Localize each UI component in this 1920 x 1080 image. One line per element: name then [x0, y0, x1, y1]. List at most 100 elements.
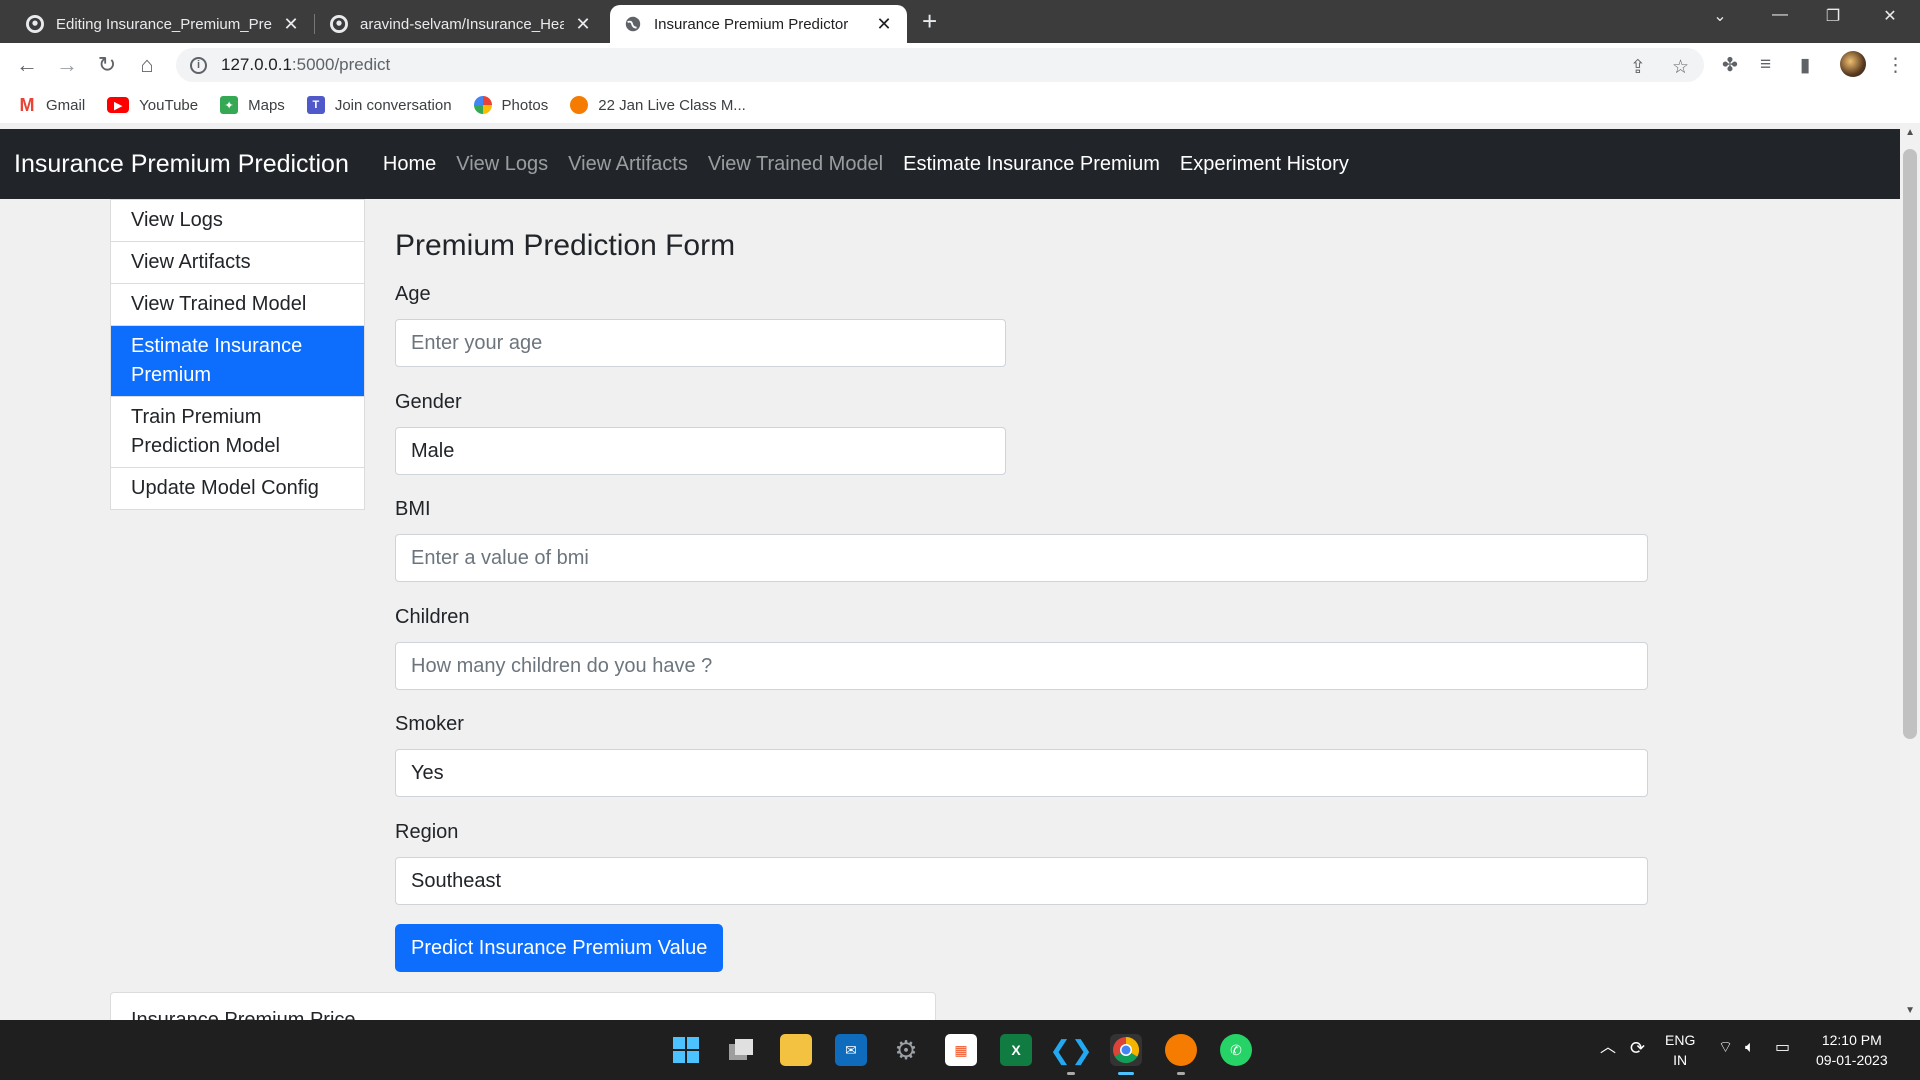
teams-icon: T	[306, 96, 325, 114]
media-control-icon[interactable]: ≡	[1760, 54, 1771, 76]
bookmark-star-icon[interactable]: ☆	[1672, 56, 1689, 79]
close-tab-icon[interactable]: ✕	[574, 14, 592, 35]
nav-estimate-insurance-premium[interactable]: Estimate Insurance Premium	[903, 153, 1160, 176]
site-brand[interactable]: Insurance Premium Prediction	[14, 150, 349, 179]
tab-insurance-premium-predictor[interactable]: Insurance Premium Predictor ✕	[610, 5, 907, 43]
restore-icon[interactable]: ❐	[1813, 6, 1853, 26]
address-bar[interactable]: i 127.0.0.1:5000/predict	[176, 48, 1704, 82]
bookmark-gmail[interactable]: M Gmail	[18, 94, 86, 115]
whatsapp-icon[interactable]: ✆	[1220, 1034, 1252, 1066]
github-icon	[330, 15, 348, 33]
age-input[interactable]: Enter your age	[395, 319, 1006, 367]
predict-button[interactable]: Predict Insurance Premium Value	[395, 924, 724, 972]
new-tab-button[interactable]: +	[922, 8, 937, 34]
sidebar-menu: View Logs View Artifacts View Trained Mo…	[110, 199, 365, 510]
bookmark-youtube[interactable]: ▶ YouTube	[107, 97, 198, 114]
smoker-label: Smoker	[395, 713, 464, 735]
age-label: Age	[395, 283, 431, 305]
ineuron-icon[interactable]	[1165, 1034, 1197, 1066]
bookmark-label: 22 Jan Live Class M...	[598, 96, 746, 114]
language-indicator[interactable]: ENG IN	[1665, 1030, 1695, 1070]
sync-icon[interactable]: ⟳	[1630, 1038, 1645, 1058]
tab-editing-insurance[interactable]: Editing Insurance_Premium_Pred ✕	[12, 5, 314, 43]
close-tab-icon[interactable]: ✕	[875, 14, 893, 35]
sidebar-item-view-artifacts[interactable]: View Artifacts	[111, 242, 364, 284]
nav-view-trained-model[interactable]: View Trained Model	[708, 153, 883, 176]
microsoft-store-icon[interactable]: ▦	[945, 1034, 977, 1066]
scroll-up-icon[interactable]: ▲	[1905, 127, 1915, 138]
bookmark-label: Join conversation	[334, 96, 452, 114]
smoker-select[interactable]: Yes	[395, 749, 1648, 797]
nav-experiment-history[interactable]: Experiment History	[1180, 153, 1349, 176]
url-path: :5000/predict	[291, 55, 391, 74]
back-icon[interactable]: ←	[14, 52, 40, 78]
site-navbar: Insurance Premium Prediction Home View L…	[0, 129, 1900, 199]
sidebar-item-view-trained-model[interactable]: View Trained Model	[111, 284, 364, 326]
reload-icon[interactable]: ↻	[94, 52, 120, 78]
file-explorer-icon[interactable]	[780, 1034, 812, 1066]
close-window-icon[interactable]: ✕	[1870, 6, 1910, 26]
menu-kebab-icon[interactable]: ⋮	[1886, 54, 1905, 77]
show-hidden-icons-chevron-icon[interactable]: ︿	[1600, 1038, 1616, 1058]
nav-home[interactable]: Home	[383, 153, 436, 176]
clock[interactable]: 12:10 PM 09-01-2023	[1816, 1030, 1888, 1070]
volume-icon[interactable]: 🔈︎	[1745, 1038, 1755, 1058]
sidebar-item-train-premium-prediction-model[interactable]: Train Premium Prediction Model	[111, 397, 364, 468]
browser-tab-strip: Editing Insurance_Premium_Pred ✕ aravind…	[0, 0, 1920, 43]
nav-view-logs[interactable]: View Logs	[456, 153, 548, 176]
forward-icon[interactable]: →	[54, 52, 80, 78]
nav-view-artifacts[interactable]: View Artifacts	[568, 153, 688, 176]
site-info-icon[interactable]: i	[190, 56, 207, 74]
maps-icon: ✦	[220, 96, 239, 114]
globe-icon	[624, 15, 642, 33]
chrome-icon[interactable]	[1110, 1034, 1142, 1066]
bookmarks-bar: M Gmail ▶ YouTube ✦ Maps T Join conversa…	[0, 87, 1920, 123]
page-viewport: Insurance Premium Prediction Home View L…	[0, 123, 1920, 1020]
photos-icon	[473, 96, 492, 114]
battery-icon[interactable]: ▭	[1775, 1038, 1790, 1058]
sidebar-item-view-logs[interactable]: View Logs	[111, 200, 364, 242]
page-scrollbar[interactable]: ▲ ▼	[1900, 123, 1920, 1020]
region-code: IN	[1673, 1052, 1688, 1068]
task-view-icon[interactable]	[725, 1034, 757, 1066]
wifi-icon[interactable]: ⌔	[1718, 1038, 1733, 1058]
tab-title: aravind-selvam/Insurance_Health	[360, 15, 564, 33]
gender-select[interactable]: Male	[395, 427, 1006, 475]
scrollbar-thumb[interactable]	[1903, 149, 1917, 739]
profile-avatar[interactable]	[1840, 51, 1866, 77]
region-select[interactable]: Southeast	[395, 857, 1648, 905]
gmail-icon: M	[19, 94, 35, 115]
bookmark-maps[interactable]: ✦ Maps	[220, 96, 285, 114]
settings-icon[interactable]: ⚙	[890, 1034, 922, 1066]
bookmark-label: Maps	[248, 96, 285, 114]
mail-icon[interactable]: ✉	[835, 1034, 867, 1066]
share-icon[interactable]: ⇪	[1630, 56, 1646, 79]
home-icon[interactable]: ⌂	[134, 52, 160, 78]
windows-start-icon[interactable]	[670, 1034, 702, 1066]
windows-taskbar: ✉ ⚙ ▦ X ❮❯ ✆ ︿ ⟳ ENG IN ⌔ 🔈︎ ▭ 12:10 PM …	[0, 1020, 1920, 1080]
clock-time: 12:10 PM	[1821, 1032, 1882, 1048]
region-label: Region	[395, 821, 459, 843]
tab-divider	[314, 14, 315, 34]
extensions-icon[interactable]: ✤	[1722, 54, 1738, 77]
bookmark-join-conversation[interactable]: T Join conversation	[306, 96, 452, 114]
ineuron-icon	[570, 96, 589, 114]
bookmark-label: YouTube	[139, 96, 199, 114]
sidebar-item-estimate-insurance-premium[interactable]: Estimate Insurance Premium	[111, 326, 364, 397]
tab-aravind-selvam[interactable]: aravind-selvam/Insurance_Health ✕	[316, 5, 606, 43]
gender-label: Gender	[395, 391, 462, 413]
children-label: Children	[395, 606, 470, 628]
minimize-icon[interactable]: —	[1760, 6, 1800, 24]
sidebar-item-update-model-config[interactable]: Update Model Config	[111, 468, 364, 509]
excel-icon[interactable]: X	[1000, 1034, 1032, 1066]
vscode-icon[interactable]: ❮❯	[1049, 1034, 1093, 1066]
side-panel-icon[interactable]: ▮	[1800, 54, 1810, 77]
running-indicator	[1177, 1072, 1185, 1075]
children-input[interactable]: How many children do you have ?	[395, 642, 1648, 690]
close-tab-icon[interactable]: ✕	[282, 14, 300, 35]
scroll-down-icon[interactable]: ▼	[1905, 1005, 1915, 1016]
bookmark-photos[interactable]: Photos	[473, 96, 548, 114]
bmi-input[interactable]: Enter a value of bmi	[395, 534, 1648, 582]
tab-search-icon[interactable]: ⌄	[1700, 6, 1740, 26]
bookmark-live-class[interactable]: 22 Jan Live Class M...	[570, 96, 746, 114]
